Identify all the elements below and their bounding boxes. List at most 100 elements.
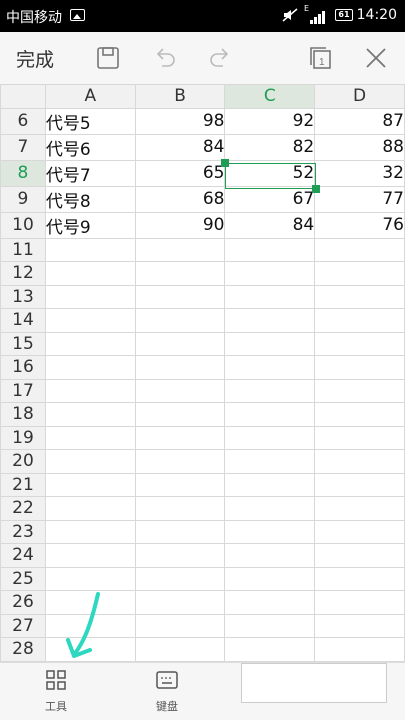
cell[interactable] <box>44 355 136 380</box>
cell[interactable] <box>134 472 226 497</box>
cell[interactable] <box>314 449 405 474</box>
cell[interactable] <box>224 449 316 474</box>
cell[interactable] <box>224 237 316 262</box>
column-header-c[interactable]: C <box>224 84 316 109</box>
cell[interactable] <box>224 566 316 591</box>
cell[interactable]: 82 <box>224 133 316 161</box>
cell[interactable] <box>314 496 405 521</box>
cell[interactable] <box>224 637 316 662</box>
cell[interactable] <box>44 378 136 403</box>
select-all-corner[interactable] <box>0 84 46 109</box>
row-header[interactable]: 11 <box>0 237 46 262</box>
cell[interactable]: 代号7 <box>44 159 136 187</box>
cell[interactable]: 88 <box>314 133 405 161</box>
row-header[interactable]: 8 <box>0 159 46 187</box>
cell[interactable] <box>44 402 136 427</box>
cell[interactable] <box>224 590 316 615</box>
row-header[interactable]: 18 <box>0 402 46 427</box>
cell[interactable] <box>224 613 316 638</box>
cell[interactable] <box>314 472 405 497</box>
cell[interactable]: 76 <box>314 211 405 239</box>
cell[interactable] <box>44 261 136 286</box>
cell[interactable] <box>134 543 226 568</box>
cell[interactable] <box>224 472 316 497</box>
cell[interactable] <box>134 449 226 474</box>
cell[interactable]: 84 <box>224 211 316 239</box>
cell[interactable]: 92 <box>224 107 316 135</box>
cell[interactable] <box>44 284 136 309</box>
cell[interactable] <box>134 613 226 638</box>
row-header[interactable]: 9 <box>0 185 46 213</box>
row-header[interactable]: 26 <box>0 590 46 615</box>
cell[interactable] <box>224 519 316 544</box>
row-header[interactable]: 6 <box>0 107 46 135</box>
keyboard-button[interactable]: 键盘 <box>137 669 197 714</box>
cell[interactable] <box>224 543 316 568</box>
cell[interactable] <box>44 331 136 356</box>
cell[interactable] <box>134 237 226 262</box>
cell[interactable]: 84 <box>134 133 226 161</box>
cell[interactable] <box>44 496 136 521</box>
spreadsheet-grid[interactable]: A B C D 6 代号5 98 92 87 7 代号6 84 82 88 8 代号7 65 52 32 9 代… <box>0 84 405 662</box>
cell[interactable] <box>314 590 405 615</box>
row-header[interactable]: 20 <box>0 449 46 474</box>
row-header[interactable]: 23 <box>0 519 46 544</box>
cell[interactable]: 代号6 <box>44 133 136 161</box>
cell[interactable]: 65 <box>134 159 226 187</box>
cell[interactable] <box>314 543 405 568</box>
cell[interactable]: 98 <box>134 107 226 135</box>
done-button[interactable]: 完成 <box>16 45 54 72</box>
cell[interactable] <box>44 237 136 262</box>
cell[interactable]: 代号5 <box>44 107 136 135</box>
cell[interactable] <box>224 496 316 521</box>
cell[interactable]: 52 <box>224 159 316 187</box>
cell[interactable] <box>134 284 226 309</box>
row-header[interactable]: 16 <box>0 355 46 380</box>
cell[interactable] <box>314 613 405 638</box>
cell[interactable]: 77 <box>314 185 405 213</box>
cell[interactable] <box>44 425 136 450</box>
row-header[interactable]: 14 <box>0 308 46 333</box>
sheet-table[interactable]: A B C D 6 代号5 98 92 87 7 代号6 84 82 88 8 代号7 65 52 32 9 代… <box>0 84 405 662</box>
cell[interactable] <box>314 425 405 450</box>
cell[interactable] <box>134 308 226 333</box>
row-header[interactable]: 10 <box>0 211 46 239</box>
cell-input-field[interactable] <box>241 663 387 703</box>
cell[interactable] <box>314 519 405 544</box>
cell[interactable]: 87 <box>314 107 405 135</box>
cell[interactable] <box>44 449 136 474</box>
row-header[interactable]: 13 <box>0 284 46 309</box>
cell[interactable]: 代号9 <box>44 211 136 239</box>
row-header[interactable]: 19 <box>0 425 46 450</box>
cell[interactable] <box>44 308 136 333</box>
cell[interactable] <box>224 402 316 427</box>
cell[interactable] <box>134 261 226 286</box>
cell[interactable] <box>44 613 136 638</box>
cell[interactable] <box>314 566 405 591</box>
save-icon[interactable] <box>94 44 122 72</box>
cell[interactable]: 90 <box>134 211 226 239</box>
redo-icon[interactable] <box>207 44 235 72</box>
column-header-d[interactable]: D <box>314 84 405 109</box>
cell[interactable] <box>314 378 405 403</box>
cell[interactable] <box>224 425 316 450</box>
row-header[interactable]: 25 <box>0 566 46 591</box>
cell[interactable] <box>134 519 226 544</box>
cell[interactable] <box>134 378 226 403</box>
row-header[interactable]: 21 <box>0 472 46 497</box>
row-header[interactable]: 12 <box>0 261 46 286</box>
cell[interactable] <box>134 496 226 521</box>
cell[interactable] <box>134 590 226 615</box>
selection-handle-bottom-right[interactable] <box>312 185 320 193</box>
cell[interactable] <box>44 519 136 544</box>
undo-icon[interactable] <box>150 44 178 72</box>
cell[interactable] <box>134 425 226 450</box>
cell[interactable] <box>314 637 405 662</box>
column-header-b[interactable]: B <box>134 84 226 109</box>
row-header[interactable]: 27 <box>0 613 46 638</box>
row-header[interactable]: 24 <box>0 543 46 568</box>
cell[interactable] <box>224 284 316 309</box>
selection-handle-top-left[interactable] <box>221 159 229 167</box>
row-header[interactable]: 28 <box>0 637 46 662</box>
cell[interactable]: 32 <box>314 159 405 187</box>
